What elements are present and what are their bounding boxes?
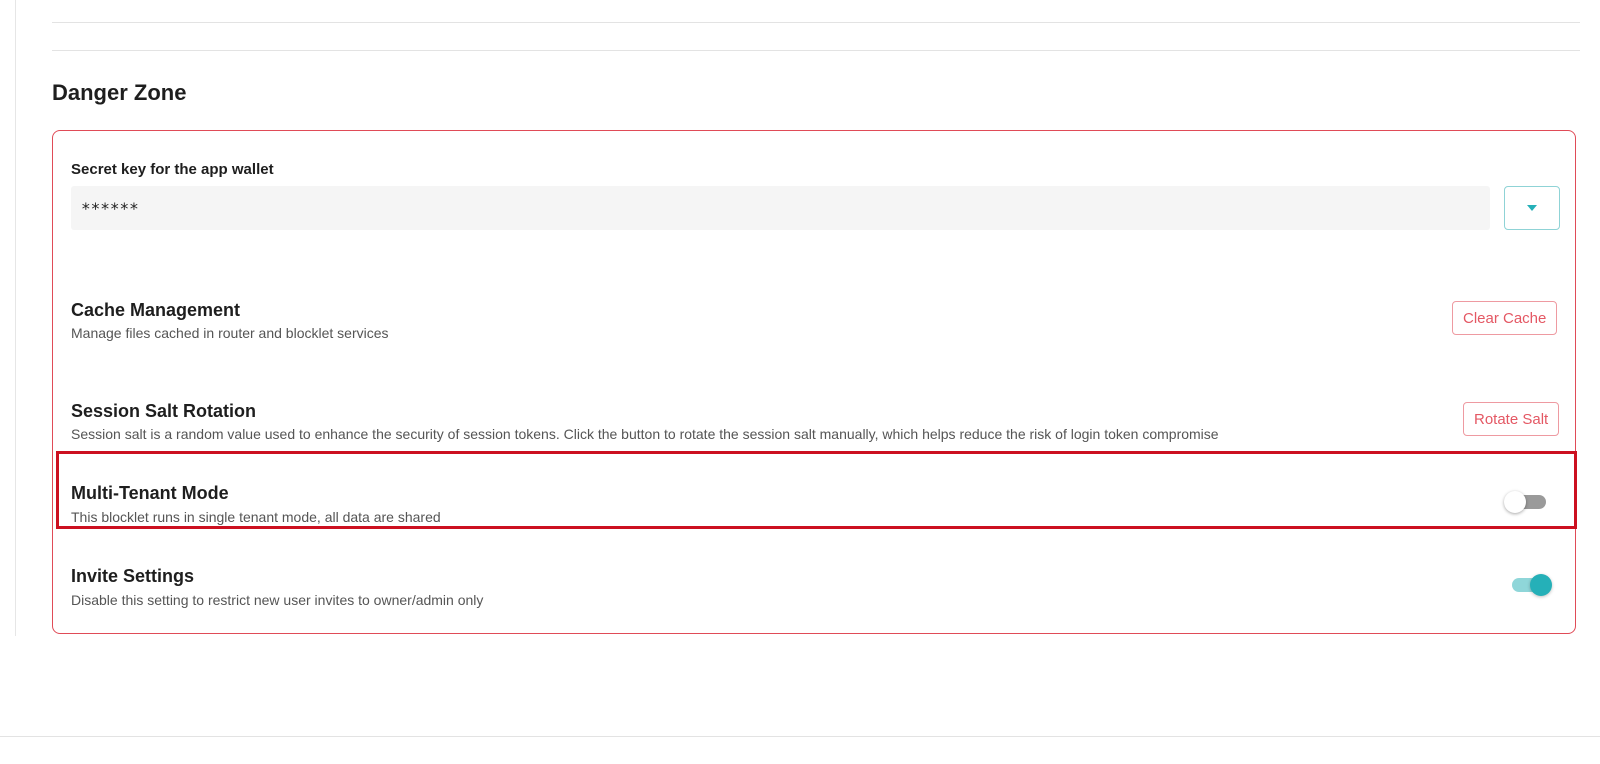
cache-management-description: Manage files cached in router and blockl… <box>71 325 389 341</box>
invite-settings-title: Invite Settings <box>71 566 195 586</box>
invite-settings-description: Disable this setting to restrict new use… <box>71 592 484 608</box>
multi-tenant-description: This blocklet runs in single tenant mode… <box>71 509 441 525</box>
secret-key-dropdown-button[interactable] <box>1504 186 1560 230</box>
divider <box>52 22 1580 23</box>
toggle-thumb <box>1504 491 1526 513</box>
danger-zone-title: Danger Zone <box>52 80 187 105</box>
secret-key-label: Secret key for the app wallet <box>71 161 274 178</box>
toggle-thumb <box>1530 574 1552 596</box>
session-salt-title: Session Salt Rotation <box>71 401 257 421</box>
cache-management-title: Cache Management <box>71 300 241 320</box>
sidebar-divider <box>15 0 16 636</box>
rotate-salt-button[interactable]: Rotate Salt <box>1463 402 1560 436</box>
multi-tenant-toggle[interactable] <box>1504 490 1548 514</box>
invite-settings-toggle[interactable] <box>1508 573 1552 597</box>
footer-divider <box>0 736 1600 737</box>
secret-key-field[interactable]: ****** <box>71 186 1490 230</box>
settings-page: Danger Zone Secret key for the app walle… <box>0 0 1600 764</box>
secret-key-value: ****** <box>81 198 139 218</box>
chevron-down-icon <box>1527 205 1537 211</box>
divider <box>52 50 1580 51</box>
session-salt-description: Session salt is a random value used to e… <box>71 426 1219 442</box>
clear-cache-button[interactable]: Clear Cache <box>1452 301 1558 335</box>
multi-tenant-title: Multi-Tenant Mode <box>71 483 229 503</box>
